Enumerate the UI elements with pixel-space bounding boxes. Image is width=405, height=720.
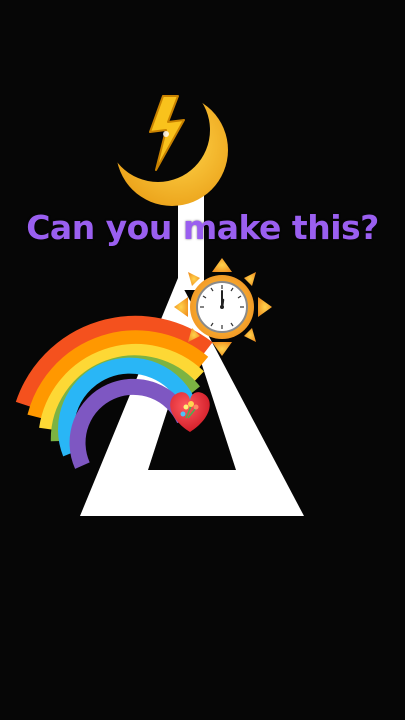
prompt-title: Can you make this? bbox=[26, 208, 379, 247]
game-screen: Can you make this? bbox=[0, 0, 405, 720]
puzzle-scene bbox=[15, 94, 304, 516]
